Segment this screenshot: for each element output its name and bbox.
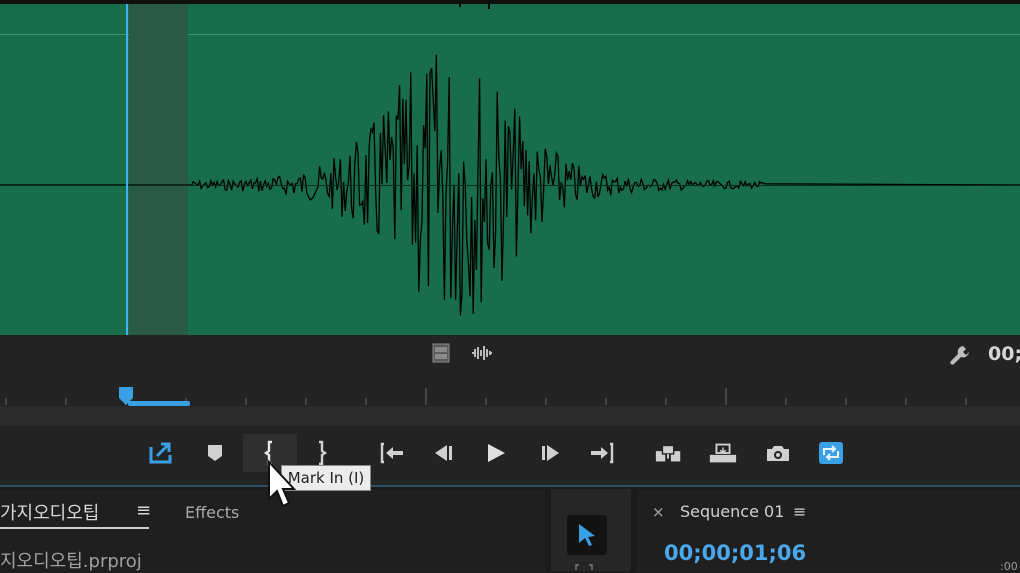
go-to-in-button[interactable]	[376, 438, 406, 468]
insert-button[interactable]	[654, 438, 684, 468]
loop-icon	[819, 442, 843, 464]
play-button[interactable]	[481, 438, 511, 468]
camera-icon	[767, 446, 789, 461]
wrench-settings-icon[interactable]	[948, 343, 972, 367]
loop-button[interactable]	[816, 438, 846, 468]
tab-project[interactable]: 가지오디오팁	[0, 499, 99, 525]
camera-button[interactable]	[763, 438, 793, 468]
sequence-close-icon[interactable]: ×	[652, 503, 665, 521]
tab-sequence-01[interactable]: Sequence 01	[680, 502, 784, 521]
step-forward-button[interactable]	[536, 438, 566, 468]
go-to-in-icon	[380, 442, 403, 464]
tab-effects[interactable]: Effects	[185, 503, 239, 522]
playhead-line[interactable]	[126, 4, 128, 335]
step-back-button[interactable]	[428, 438, 458, 468]
play-icon	[488, 444, 505, 462]
audio-waveform-trace	[0, 4, 1020, 316]
tool-group-indicator-icon	[575, 564, 593, 570]
active-tab-underline	[0, 527, 149, 529]
mouse-cursor-icon	[268, 459, 297, 508]
waveform-center-line	[0, 185, 1020, 186]
insert-icon	[655, 444, 681, 462]
sequence-timecode[interactable]: 00;00;01;06	[664, 541, 806, 565]
marker-icon	[208, 445, 222, 461]
source-monitor-waveform[interactable]	[0, 0, 1020, 335]
overwrite-icon	[709, 443, 737, 463]
add-marker-button[interactable]	[200, 438, 230, 468]
timeline-ruler-track[interactable]	[0, 406, 1020, 426]
project-panel-menu-icon[interactable]: ≡	[136, 500, 151, 521]
mark-out-button[interactable]	[306, 438, 336, 468]
export-frame-button[interactable]	[146, 438, 176, 468]
step-back-icon	[435, 445, 452, 461]
waveform-top-tick	[459, 4, 490, 9]
insert-export-icon	[149, 442, 172, 464]
zoom-scroll-bar[interactable]	[128, 401, 190, 406]
panel-divider[interactable]	[0, 485, 1020, 487]
drag-video-only-icon[interactable]	[432, 343, 450, 363]
selection-arrow-icon	[579, 524, 595, 546]
source-timecode-display[interactable]: 00;	[988, 343, 1020, 365]
playhead-marker-icon[interactable]	[118, 386, 134, 406]
drag-audio-only-icon[interactable]	[471, 345, 493, 361]
sequence-ruler-edge-label: :00	[1000, 560, 1018, 573]
overwrite-button[interactable]	[708, 438, 738, 468]
selection-tool-button[interactable]	[567, 515, 607, 555]
go-to-out-icon	[591, 442, 614, 464]
step-forward-icon	[542, 445, 559, 461]
project-file-name[interactable]: 지오디오팁.prproj	[0, 547, 142, 573]
mark-out-icon	[319, 440, 328, 466]
sequence-panel-menu-icon[interactable]: ≡	[793, 502, 806, 521]
go-to-out-button[interactable]	[588, 438, 618, 468]
